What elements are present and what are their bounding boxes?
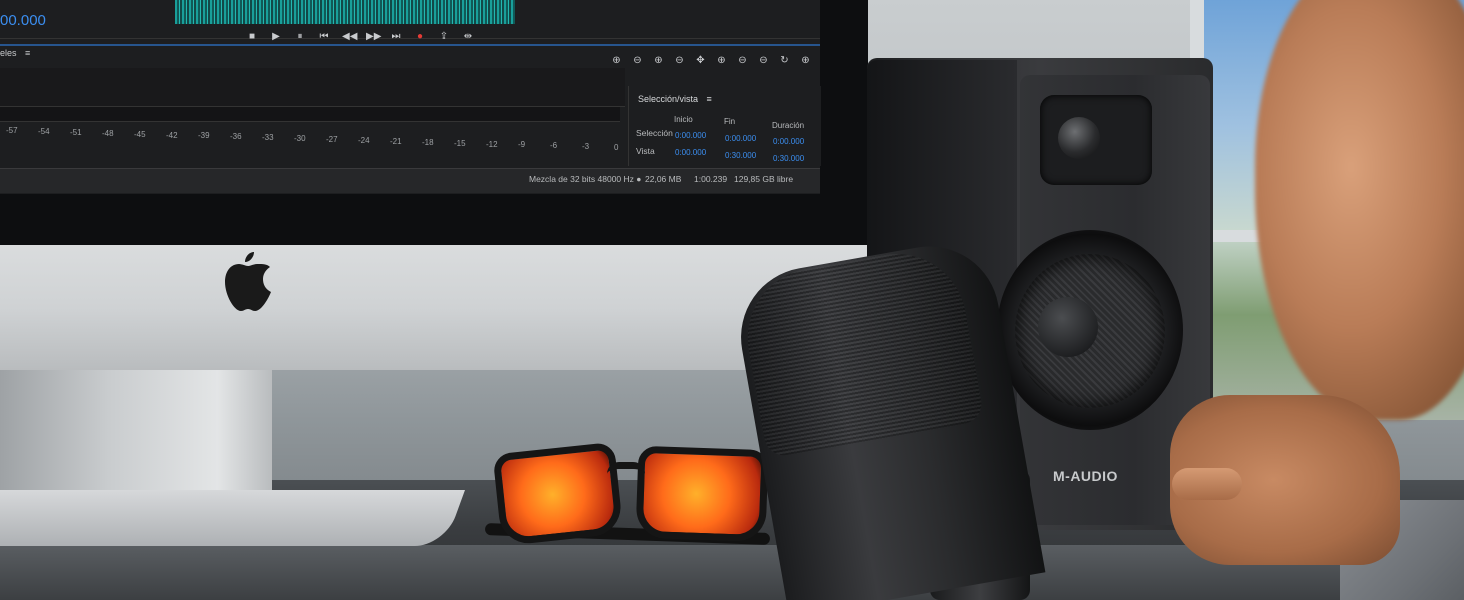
monitor-screen: 00.000 ■ ▶ ⏸ ⏮ ◀◀ ▶▶ ⏭ ● ⇪ ⇹ eles ≡ ⊕ ⊖ … [0,0,868,245]
zoom-full-icon[interactable]: ✥ [694,55,707,66]
speaker-brand-logo: M-AUDIO [1053,468,1118,484]
imac-stand [0,365,272,500]
status-duration: 1:00.239 [694,174,728,184]
meter-scale-label: -9 [518,140,526,150]
row-selection: Selección [636,128,673,138]
play-button[interactable]: ▶ [270,31,282,42]
zoom-out-time-icon[interactable]: ⊖ [673,55,686,66]
col-start: Inicio [674,115,693,124]
col-duration: Duración [772,121,805,130]
meter-scale-label: -18 [422,137,434,147]
meter-scale-label: -36 [230,132,242,142]
person-finger [1172,468,1242,500]
zoom-reset-icon[interactable]: ↻ [778,55,791,66]
zoom-out-amplitude-icon[interactable]: ⊖ [631,55,644,66]
zoom-out-point-icon[interactable]: ⊖ [736,55,749,66]
right-lens [635,445,769,543]
zoom-extra-icon[interactable]: ⊕ [799,55,812,66]
time-readout: 00.000 [0,12,46,29]
meter-scale-label: -54 [38,126,50,136]
meter-scale-label: -27 [326,135,338,144]
transport-controls: ■ ▶ ⏸ ⏮ ◀◀ ▶▶ ⏭ ● ⇪ ⇹ [246,31,474,42]
meter-scale-label: -12 [486,139,498,149]
zoom-in-time-icon[interactable]: ⊕ [652,55,665,66]
meter-scale-label: -42 [166,130,178,140]
fast-forward-button[interactable]: ▶▶ [366,31,381,42]
woofer-dust-cap [1038,297,1098,357]
level-meter-area [0,68,625,107]
menu-icon[interactable]: ≡ [25,48,30,58]
tweeter [1058,117,1100,159]
rewind-button[interactable]: ◀◀ [342,31,357,42]
go-start-button[interactable]: ⏮ [318,31,330,42]
meter-scale: -57 -54 -51 -48 -45 -42 -39 -36 -33 -30 -27 -24 -21-… [0,126,625,152]
zoom-selection-icon[interactable]: ⊖ [757,55,770,66]
record-button[interactable]: ● [414,31,426,42]
selection-start-field[interactable]: 0:00.000 [675,131,706,140]
meter-scale-label: -45 [134,129,146,139]
pause-button[interactable]: ⏸ [294,31,306,42]
stop-button[interactable]: ■ [246,31,258,42]
panel-border [0,44,820,46]
imac-foot [0,490,465,546]
zoom-in-point-icon[interactable]: ⊕ [715,55,728,66]
scene: 00.000 ■ ▶ ⏸ ⏮ ◀◀ ▶▶ ⏭ ● ⇪ ⇹ eles ≡ ⊕ ⊖ … [0,0,1464,600]
meter-scale-label: -51 [70,127,82,137]
view-duration-field[interactable]: 0:30.000 [773,154,804,163]
meter-scale-label: -6 [550,141,558,151]
sunglasses-bridge [607,462,645,483]
meters-tab[interactable]: eles ≡ [0,48,30,58]
left-lens [492,441,624,547]
loop-button[interactable]: ⇪ [438,31,450,42]
meter-scale-label: -24 [358,135,370,145]
meter-scale-label: 0 [614,143,619,153]
go-end-button[interactable]: ⏭ [390,31,402,42]
sunglasses [484,440,775,547]
meter-scale-label: -3 [582,142,590,152]
waveform [175,0,515,24]
status-size: 22,06 MB [645,174,682,184]
zoom-in-amplitude-icon[interactable]: ⊕ [610,55,623,66]
meters-tab-label: eles [0,48,17,58]
meter-scale-label: -30 [294,134,306,144]
col-end: Fin [724,117,736,126]
apple-logo-icon [222,250,272,311]
meter-scale-label: -48 [102,128,114,138]
view-end-field[interactable]: 0:30.000 [725,151,756,160]
meter-scale-label: -57 [6,126,18,135]
selection-panel-title: Selección/vista ≡ [638,94,712,104]
selection-end-field[interactable]: 0:00.000 [725,134,756,143]
status-free-space: 129,85 GB libre [734,174,794,184]
skip-button[interactable]: ⇹ [462,31,474,42]
menu-icon[interactable]: ≡ [707,94,712,104]
row-view: Vista [636,146,655,156]
audio-editor-app: 00.000 ■ ▶ ⏸ ⏮ ◀◀ ▶▶ ⏭ ● ⇪ ⇹ eles ≡ ⊕ ⊖ … [0,0,821,194]
zoom-tools: ⊕ ⊖ ⊕ ⊖ ✥ ⊕ ⊖ ⊖ ↻ ⊕ [610,55,812,66]
meter-scale-label: -15 [454,138,466,148]
meter-scale-label: -21 [390,136,402,146]
status-mix: Mezcla de 32 bits 48000 Hz ● [529,174,642,184]
view-start-field[interactable]: 0:00.000 [675,148,706,157]
selection-duration-field[interactable]: 0:00.000 [773,137,804,146]
meter-scale-label: -33 [262,133,274,143]
meter-scale-label: -39 [198,131,210,141]
level-meter-bar [0,106,620,122]
